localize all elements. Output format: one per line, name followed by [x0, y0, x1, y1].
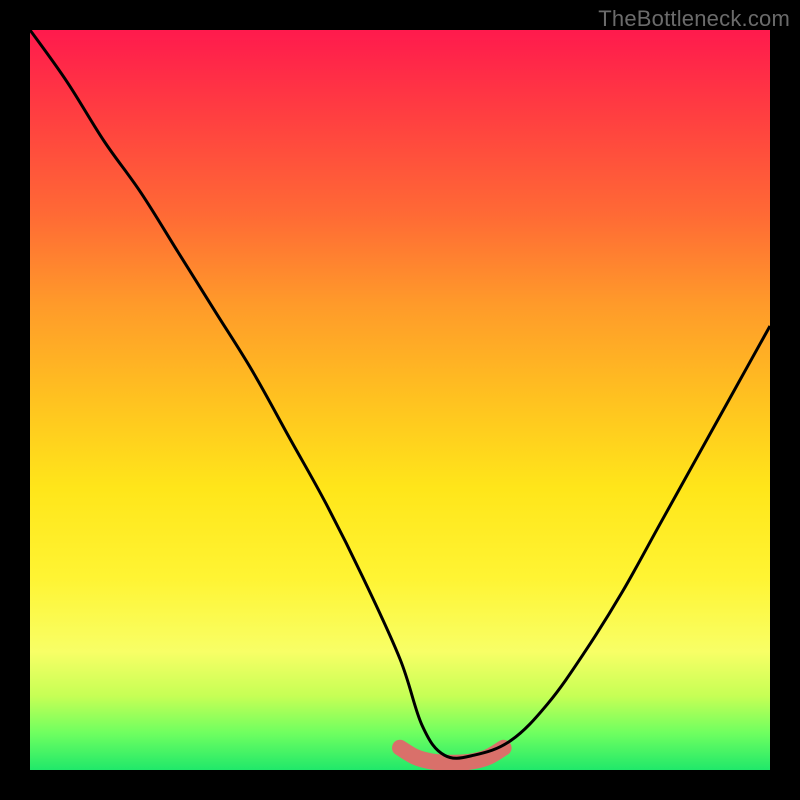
bottleneck-curve-path: [30, 30, 770, 758]
watermark-text: TheBottleneck.com: [598, 6, 790, 32]
chart-frame: TheBottleneck.com: [0, 0, 800, 800]
plot-area: [30, 30, 770, 770]
chart-svg: [30, 30, 770, 770]
